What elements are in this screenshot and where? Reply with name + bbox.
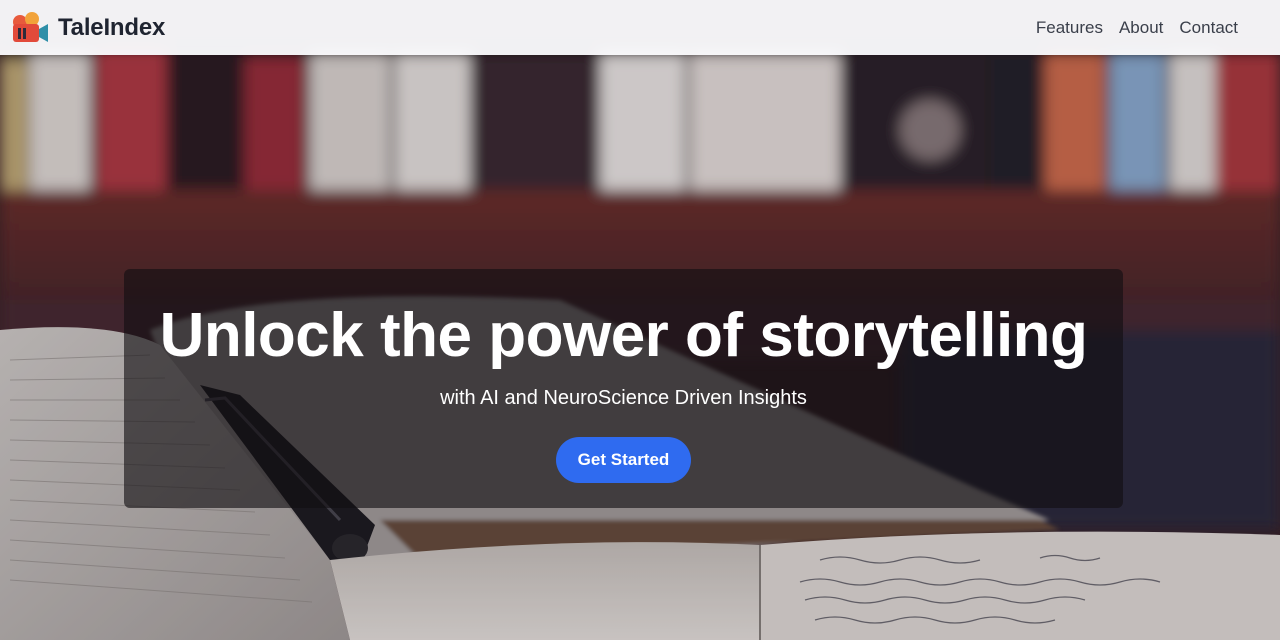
get-started-button[interactable]: Get Started: [556, 437, 691, 483]
book-reel-icon: [13, 11, 48, 42]
brand-name: TaleIndex: [58, 13, 166, 41]
nav-link-contact[interactable]: Contact: [1179, 18, 1238, 38]
hero-subtitle: with AI and NeuroScience Driven Insights: [440, 387, 807, 409]
nav-link-about[interactable]: About: [1119, 18, 1163, 38]
nav-link-features[interactable]: Features: [1036, 18, 1103, 38]
top-navbar: TaleIndex Features About Contact: [0, 0, 1280, 55]
hero-card: Unlock the power of storytelling with AI…: [124, 269, 1123, 508]
brand-link[interactable]: TaleIndex: [10, 10, 165, 46]
nav-links: Features About Contact: [1036, 18, 1238, 38]
hero-title: Unlock the power of storytelling: [159, 301, 1088, 370]
